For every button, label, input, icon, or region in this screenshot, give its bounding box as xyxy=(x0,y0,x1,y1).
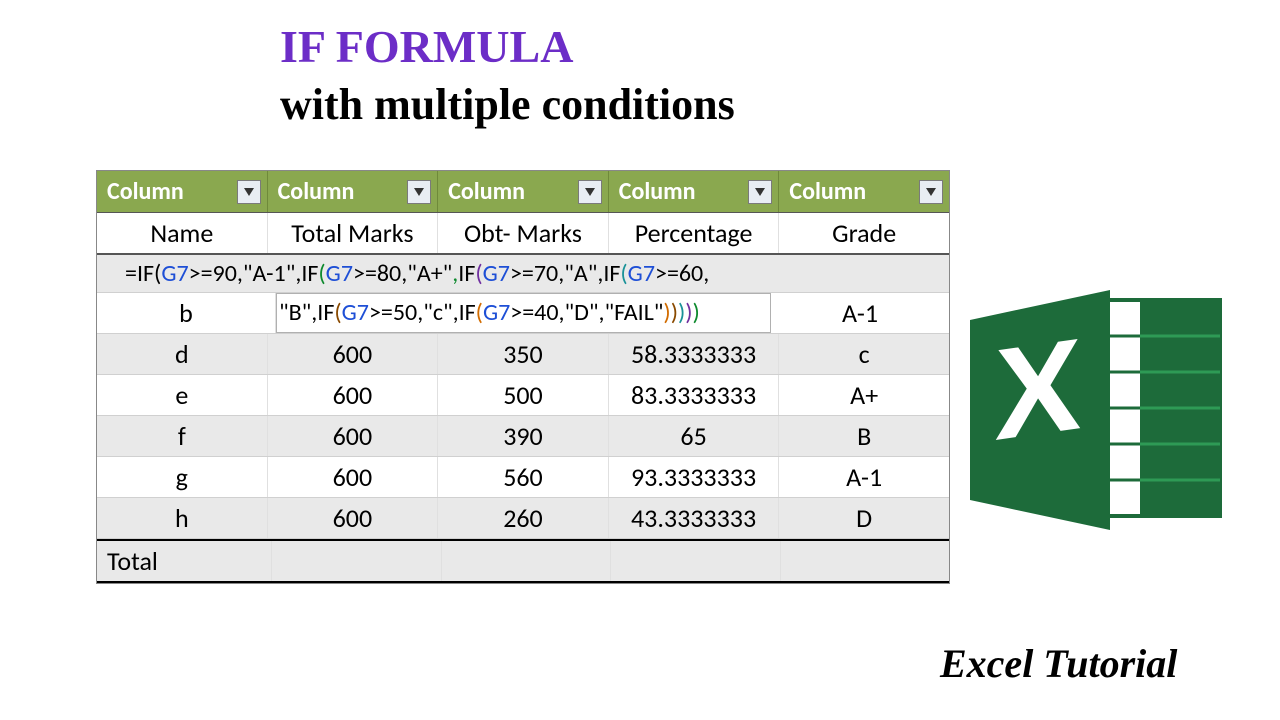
cell-name-b[interactable]: b xyxy=(97,293,276,333)
sub-header-row: Name Total Marks Obt- Marks Percentage G… xyxy=(97,213,949,255)
cell-pct[interactable]: 83.3333333 xyxy=(609,375,780,415)
svg-text:X: X xyxy=(995,311,1082,468)
cell-grade[interactable]: A-1 xyxy=(779,457,949,497)
cell-pct[interactable]: 65 xyxy=(609,416,780,456)
data-rows: d60035058.3333333ce60050083.3333333A+f60… xyxy=(97,334,949,539)
cell-obt[interactable]: 390 xyxy=(438,416,609,456)
column-header-pct: Percentage xyxy=(609,213,780,253)
title-line2: with multiple conditions xyxy=(280,79,1100,130)
cell-obt[interactable]: 260 xyxy=(438,498,609,538)
title-line1: IF FORMULA xyxy=(280,20,1100,73)
cell-obt[interactable]: 500 xyxy=(438,375,609,415)
excel-logo-icon: X xyxy=(960,280,1230,540)
formula-overlay-line2-row: b "B",IF(G7>=50,"c",IF(G7>=40,"D","FAIL"… xyxy=(97,293,949,334)
excel-table: Column Column Column Column Column xyxy=(96,170,950,584)
title-block: IF FORMULA with multiple conditions xyxy=(280,20,1100,130)
table-row: h60026043.3333333D xyxy=(97,498,949,539)
filter-dropdown-icon[interactable] xyxy=(407,180,431,204)
formula-overlay-line2[interactable]: "B",IF(G7>=50,"c",IF(G7>=40,"D","FAIL"))… xyxy=(276,293,771,333)
filter-dropdown-icon[interactable] xyxy=(919,180,943,204)
cell-total[interactable]: 600 xyxy=(268,375,439,415)
cell-grade[interactable]: A+ xyxy=(779,375,949,415)
cell-pct[interactable]: 58.3333333 xyxy=(609,334,780,374)
cell-name[interactable]: h xyxy=(97,498,268,538)
total-label: Total xyxy=(97,541,272,581)
total-empty xyxy=(781,541,949,581)
table-row: g60056093.3333333A-1 xyxy=(97,457,949,498)
table-row: d60035058.3333333c xyxy=(97,334,949,375)
total-empty xyxy=(442,541,611,581)
filter-header-cell[interactable]: Column xyxy=(97,171,268,212)
filter-header-cell[interactable]: Column xyxy=(609,171,780,212)
cell-obt[interactable]: 350 xyxy=(438,334,609,374)
column-header-name: Name xyxy=(97,213,268,253)
filter-header-cell[interactable]: Column xyxy=(268,171,439,212)
cell-grade[interactable]: c xyxy=(779,334,949,374)
column-header-obt: Obt- Marks xyxy=(438,213,609,253)
cell-pct[interactable]: 43.3333333 xyxy=(609,498,780,538)
filter-header-row: Column Column Column Column Column xyxy=(97,171,949,213)
filter-header-label: Column xyxy=(278,177,355,206)
footer-label: Excel Tutorial xyxy=(940,640,1177,687)
cell-obt[interactable]: 560 xyxy=(438,457,609,497)
table-row: e60050083.3333333A+ xyxy=(97,375,949,416)
table-row: f60039065B xyxy=(97,416,949,457)
cell-grade[interactable]: B xyxy=(779,416,949,456)
cell-name[interactable]: g xyxy=(97,457,268,497)
cell-total[interactable]: 600 xyxy=(268,416,439,456)
total-empty xyxy=(272,541,441,581)
cell-total[interactable]: 600 xyxy=(268,457,439,497)
filter-dropdown-icon[interactable] xyxy=(578,180,602,204)
column-header-grade: Grade xyxy=(779,213,949,253)
cell-grade[interactable]: D xyxy=(779,498,949,538)
filter-dropdown-icon[interactable] xyxy=(748,180,772,204)
cell-name[interactable]: f xyxy=(97,416,268,456)
column-header-total: Total Marks xyxy=(268,213,439,253)
filter-header-label: Column xyxy=(619,177,696,206)
filter-header-label: Column xyxy=(107,177,184,206)
cell-name[interactable]: d xyxy=(97,334,268,374)
cell-total[interactable]: 600 xyxy=(268,334,439,374)
filter-header-label: Column xyxy=(789,177,866,206)
filter-header-label: Column xyxy=(448,177,525,206)
cell-pct[interactable]: 93.3333333 xyxy=(609,457,780,497)
filter-dropdown-icon[interactable] xyxy=(237,180,261,204)
filter-header-cell[interactable]: Column xyxy=(438,171,609,212)
cell-total[interactable]: 600 xyxy=(268,498,439,538)
filter-header-cell[interactable]: Column xyxy=(779,171,949,212)
cell-grade-b[interactable]: A-1 xyxy=(771,293,949,333)
formula-overlay-line1: =IF(G7>=90,"A-1",IF(G7>=80,"A+",IF(G7>=7… xyxy=(97,255,949,293)
cell-name[interactable]: e xyxy=(97,375,268,415)
total-empty xyxy=(611,541,780,581)
total-row: Total xyxy=(97,539,949,583)
